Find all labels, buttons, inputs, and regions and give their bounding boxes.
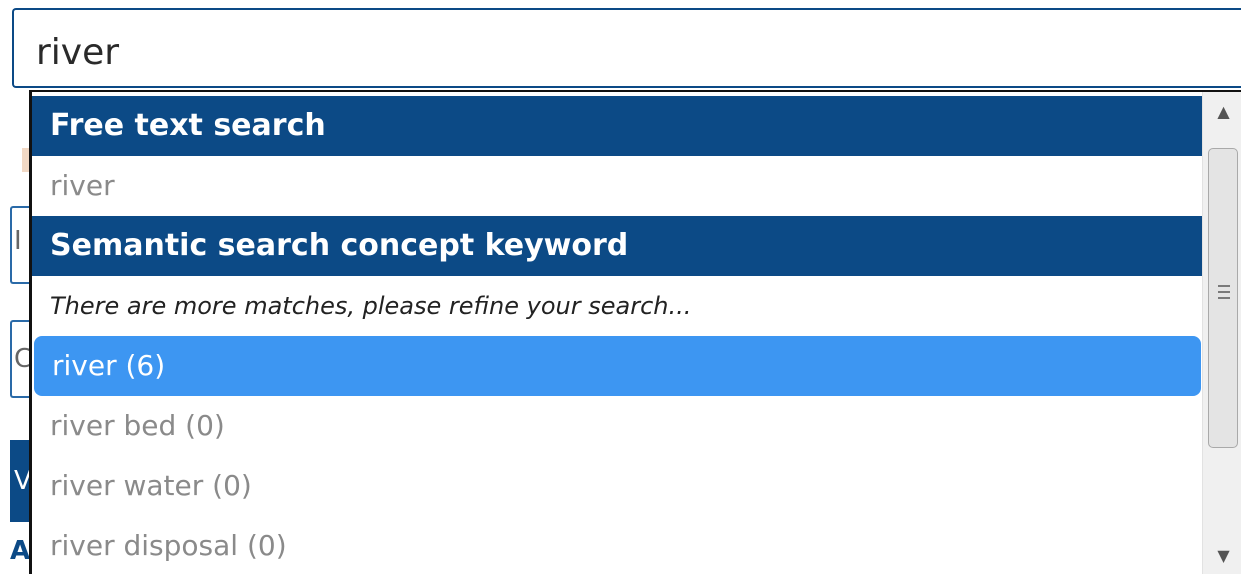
scroll-down-arrow-icon[interactable]: ▼ [1203, 536, 1241, 574]
background-text-fragment: I [14, 226, 22, 256]
search-box[interactable] [12, 8, 1241, 88]
suggestion-river-disposal[interactable]: river disposal (0) [32, 516, 1202, 574]
suggestion-river-bed[interactable]: river bed (0) [32, 396, 1202, 456]
autocomplete-list: Free text search river Semantic search c… [32, 92, 1202, 574]
autocomplete-dropdown: Free text search river Semantic search c… [29, 90, 1241, 574]
group-header-free-text: Free text search [32, 96, 1202, 156]
group-header-semantic: Semantic search concept keyword [32, 216, 1202, 276]
refine-search-note: There are more matches, please refine yo… [50, 292, 692, 320]
suggestion-river-water[interactable]: river water (0) [32, 456, 1202, 516]
suggestion-river-selected[interactable]: river (6) [34, 336, 1201, 396]
grip-icon [1218, 285, 1230, 299]
search-input[interactable] [36, 24, 1136, 80]
scroll-thumb[interactable] [1208, 148, 1238, 448]
scroll-up-arrow-icon[interactable]: ▲ [1203, 92, 1241, 132]
dropdown-scrollbar[interactable]: ▲ ▼ [1202, 92, 1241, 574]
suggestion-free-text-river[interactable]: river [32, 156, 1202, 216]
background-link-fragment: A [10, 536, 31, 566]
